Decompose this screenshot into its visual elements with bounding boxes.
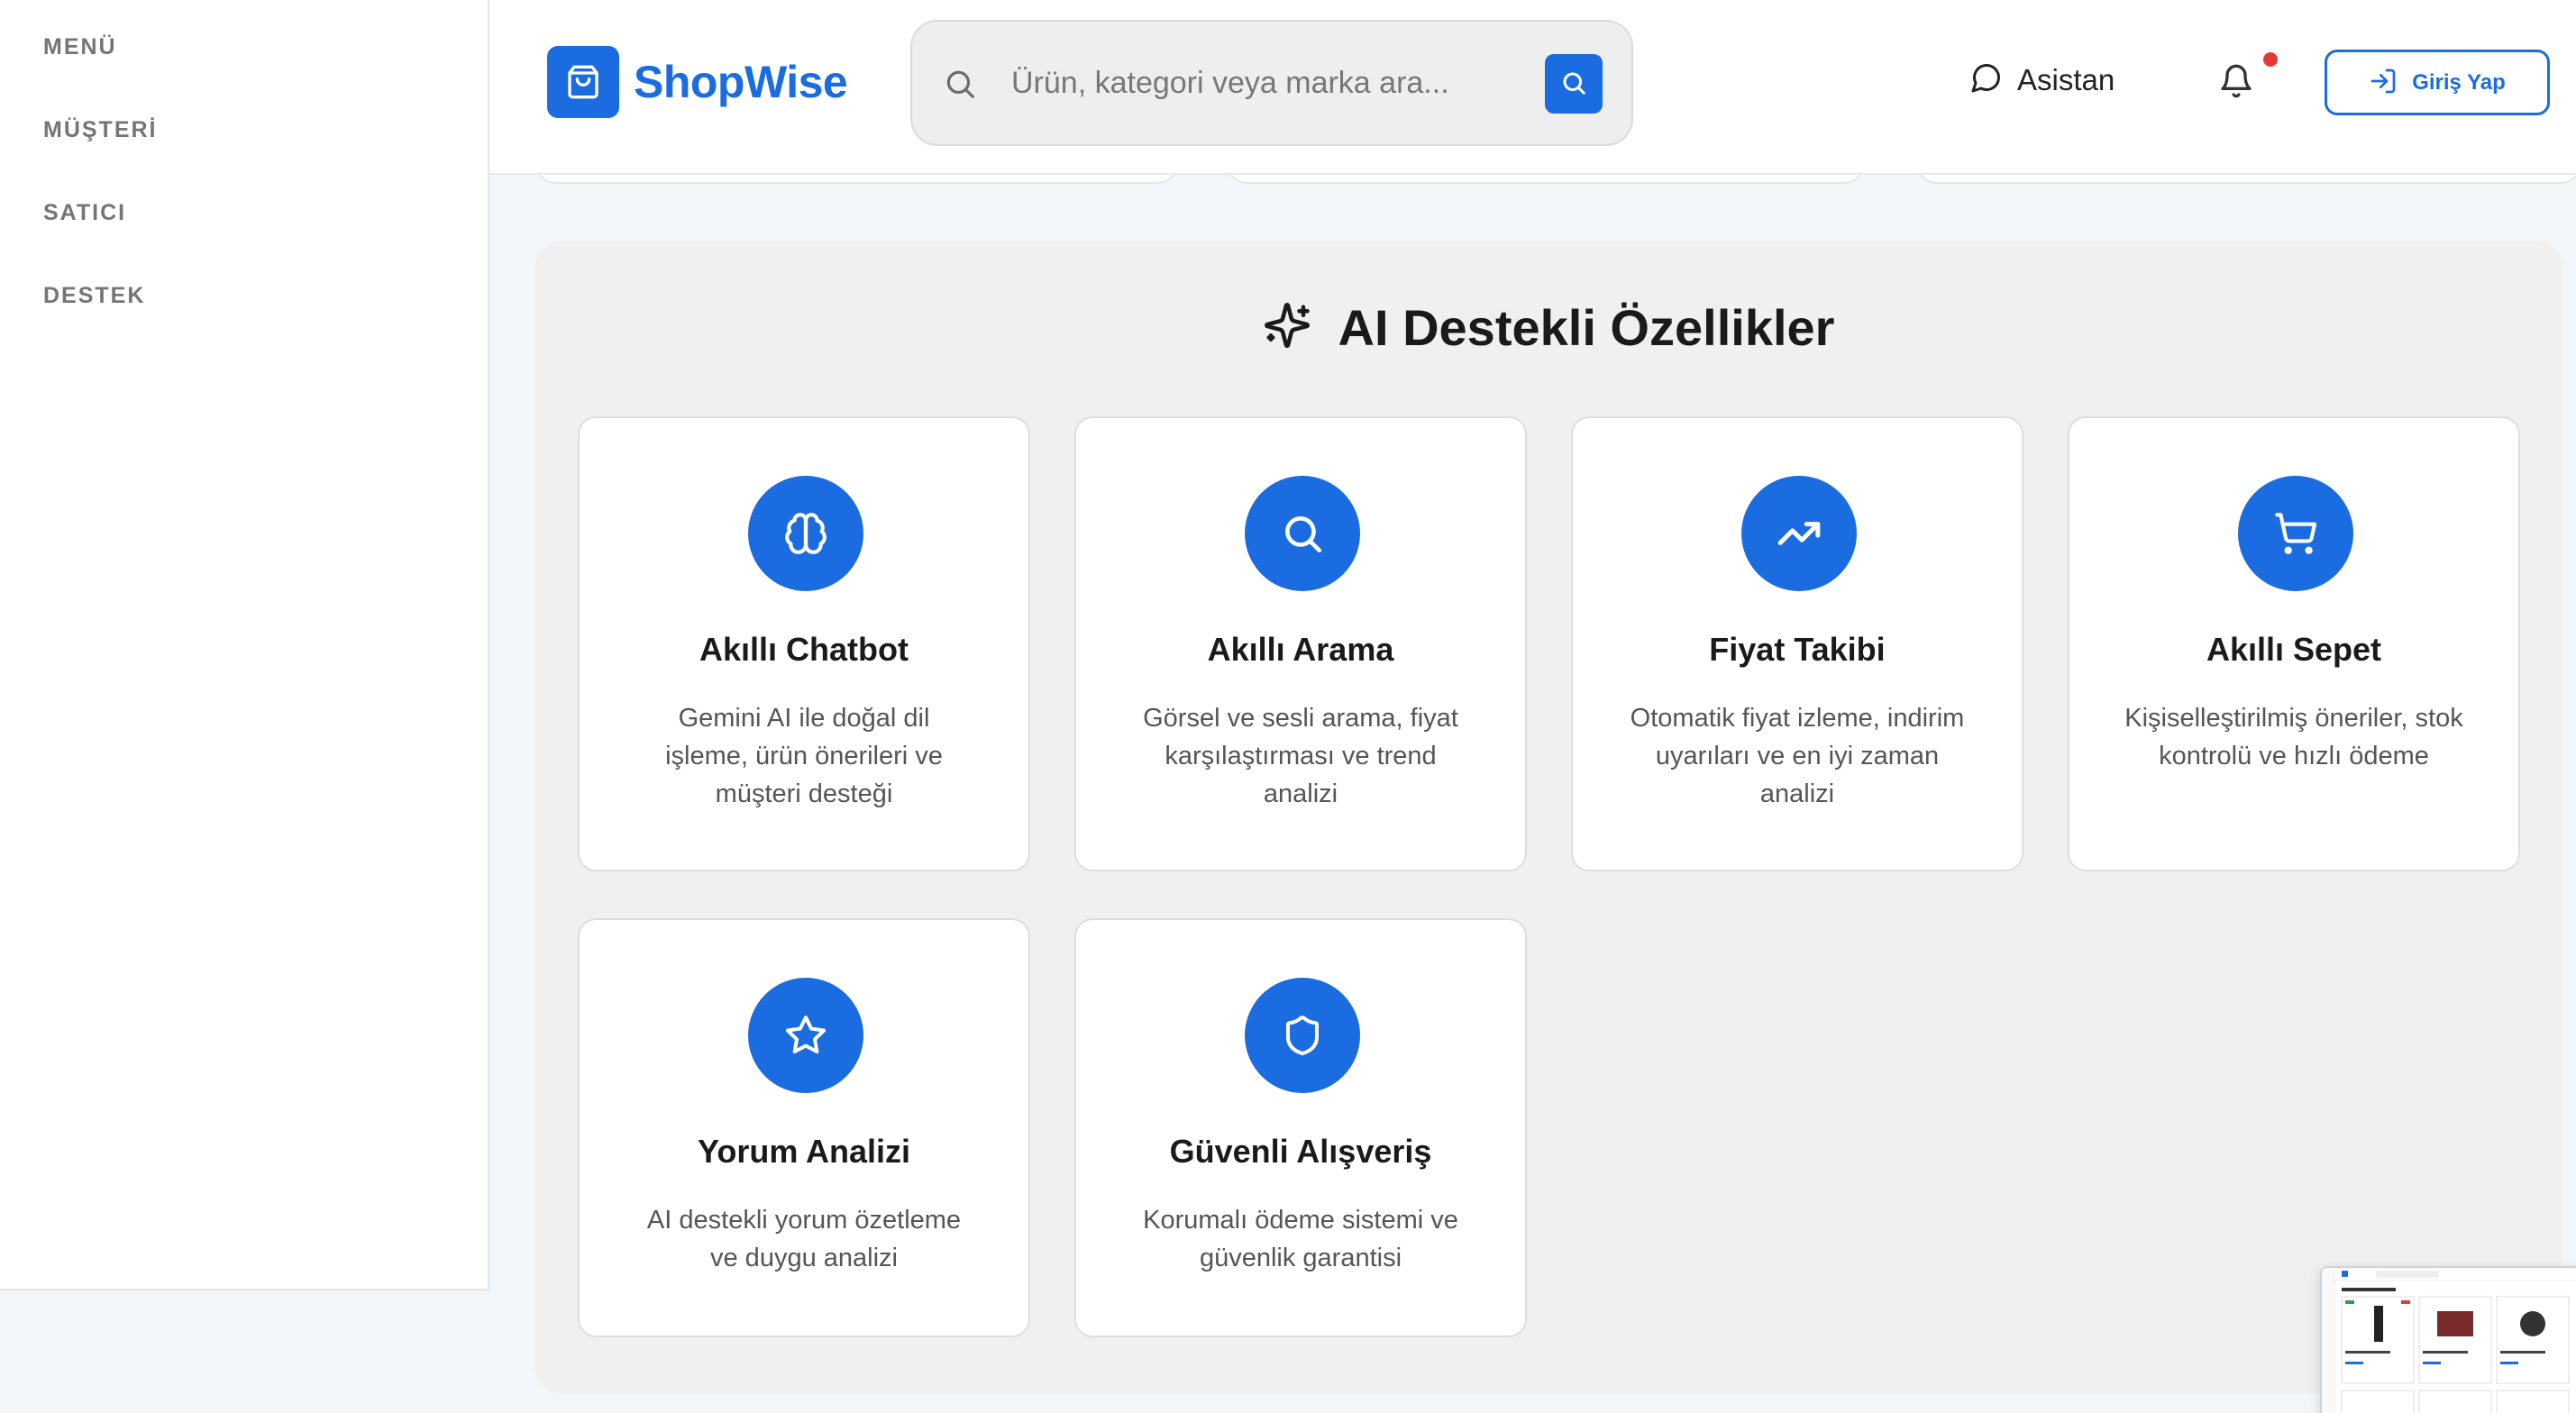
- feature-card-secure-shopping[interactable]: Güvenli Alışveriş Korumalı ödeme sistemi…: [1074, 918, 1527, 1337]
- sidebar-item-satici[interactable]: SATICI: [43, 200, 126, 226]
- notification-badge: [2263, 52, 2278, 67]
- ai-features-section: AI Destekli Özellikler Akıllı Chatbot Ge…: [534, 241, 2562, 1394]
- shopping-bag-icon: [547, 46, 619, 118]
- feature-title: Akıllı Chatbot: [699, 631, 909, 668]
- search-icon: [1560, 69, 1587, 99]
- section-header: AI Destekli Özellikler: [534, 298, 2562, 357]
- preview-image: [2322, 1268, 2576, 1413]
- search-button[interactable]: [1545, 54, 1603, 114]
- sidebar-item-menu[interactable]: MENÜ: [43, 34, 117, 60]
- feature-description: AI destekli yorum özetleme ve duygu anal…: [646, 1206, 962, 1272]
- feature-description: Kişiselleştirilmiş öneriler, stok kontro…: [2124, 704, 2463, 770]
- search-icon: [1245, 476, 1360, 591]
- brain-icon: [748, 476, 863, 591]
- feature-card-price-tracking[interactable]: Fiyat Takibi Otomatik fiyat izleme, indi…: [1571, 416, 2023, 871]
- section-title: AI Destekli Özellikler: [1338, 299, 1835, 356]
- feature-description: Korumalı ödeme sistemi ve güvenlik garan…: [1143, 1206, 1458, 1272]
- feature-card-chatbot[interactable]: Akıllı Chatbot Gemini AI ile doğal dil i…: [578, 416, 1030, 871]
- feature-description: Otomatik fiyat izleme, indirim uyarıları…: [1630, 704, 1965, 808]
- feature-title: Fiyat Takibi: [1709, 631, 1886, 668]
- login-button[interactable]: Giriş Yap: [2325, 50, 2550, 115]
- star-icon: [748, 978, 863, 1093]
- feature-title: Yorum Analizi: [697, 1133, 911, 1170]
- feature-card-review-analysis[interactable]: Yorum Analizi AI destekli yorum özetleme…: [578, 918, 1030, 1337]
- assistant-label: Asistan: [2017, 62, 2115, 96]
- sparkles-icon: [1263, 301, 1311, 354]
- feature-title: Güvenli Alışveriş: [1169, 1133, 1432, 1170]
- feature-card-search[interactable]: Akıllı Arama Görsel ve sesli arama, fiya…: [1074, 416, 1527, 871]
- trending-up-icon: [1741, 476, 1857, 591]
- feature-title: Akıllı Sepet: [2206, 631, 2382, 668]
- shield-icon: [1245, 978, 1360, 1093]
- feature-card-smart-cart[interactable]: Akıllı Sepet Kişiselleştirilmiş öneriler…: [2068, 416, 2520, 871]
- search-input[interactable]: [1011, 58, 1516, 108]
- cart-icon: [2238, 476, 2353, 591]
- assistant-button[interactable]: Asistan: [1970, 61, 2115, 98]
- sidebar-item-musteri[interactable]: MÜŞTERİ: [43, 117, 158, 143]
- bell-icon[interactable]: [2218, 63, 2254, 104]
- page-preview-thumbnail[interactable]: [2320, 1266, 2576, 1413]
- sidebar-item-destek[interactable]: DESTEK: [43, 283, 145, 309]
- brand-name: ShopWise: [634, 57, 848, 107]
- message-circle-icon: [1970, 61, 2003, 98]
- log-in-icon: [2369, 67, 2398, 98]
- login-label: Giriş Yap: [2412, 69, 2506, 95]
- top-header: ShopWise Asistan: [489, 0, 2576, 175]
- search-icon: [943, 67, 977, 105]
- sidebar: MENÜ MÜŞTERİ SATICI DESTEK: [0, 0, 489, 1290]
- feature-title: Akıllı Arama: [1207, 631, 1394, 668]
- brand-logo[interactable]: ShopWise: [547, 46, 848, 118]
- feature-description: Gemini AI ile doğal dil işleme, ürün öne…: [665, 704, 943, 808]
- feature-description: Görsel ve sesli arama, fiyat karşılaştır…: [1143, 704, 1458, 808]
- search-bar: [910, 20, 1633, 146]
